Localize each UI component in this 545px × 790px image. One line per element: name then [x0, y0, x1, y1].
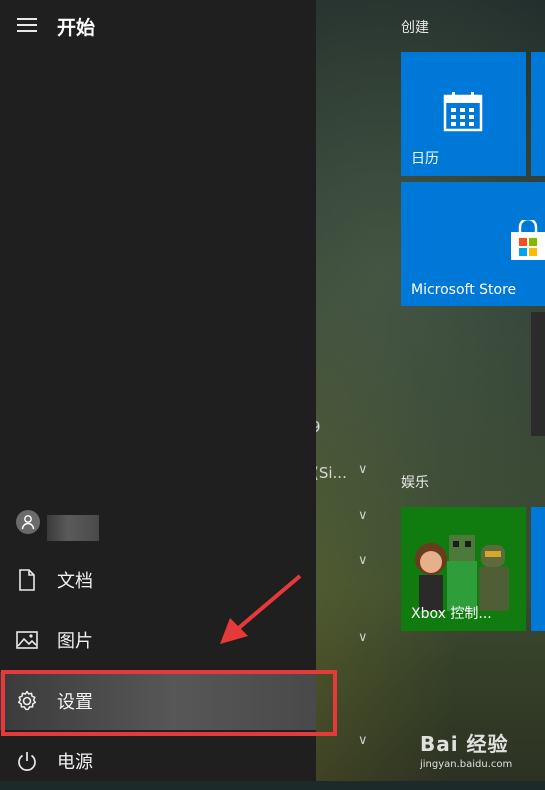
annotation-highlight-box: [1, 670, 337, 736]
app-list-fragment[interactable]: (Si...: [313, 464, 347, 482]
baidu-jingyan-watermark: Bai 经验 jingyan.baidu.com: [420, 728, 512, 770]
calendar-tile[interactable]: 日历: [401, 52, 526, 176]
menu-item-label: 电源: [57, 752, 93, 773]
xbox-tile-label: Xbox 控制...: [411, 606, 492, 622]
chevron-down-icon[interactable]: ∨: [358, 462, 368, 477]
partial-tile[interactable]: [531, 52, 545, 176]
chevron-down-icon[interactable]: ∨: [358, 553, 368, 568]
partial-tile[interactable]: [531, 507, 545, 631]
microsoft-store-tile[interactable]: Microsoft Store: [401, 182, 545, 306]
start-menu-title: 开始: [57, 17, 96, 39]
chevron-down-icon[interactable]: ∨: [358, 733, 368, 748]
document-icon: [19, 569, 35, 591]
partial-tile[interactable]: [531, 312, 545, 436]
annotation-arrow-icon: [220, 574, 302, 644]
store-icon: [511, 220, 545, 260]
chevron-down-icon[interactable]: ∨: [358, 508, 368, 523]
store-tile-label: Microsoft Store: [411, 282, 517, 298]
menu-item-label: 图片: [57, 631, 93, 652]
chevron-down-icon[interactable]: ∨: [358, 630, 368, 645]
watermark-url: jingyan.baidu.com: [420, 759, 513, 770]
menu-item-label: 文档: [57, 571, 93, 592]
avatar: [16, 510, 40, 534]
watermark-brand: Bai 经验: [420, 732, 509, 756]
tile-group-label-create[interactable]: 创建: [401, 17, 429, 37]
hamburger-menu-icon[interactable]: [17, 18, 37, 34]
power-icon: [18, 752, 36, 771]
user-icon: [21, 515, 35, 530]
pictures-icon: [16, 631, 38, 649]
calendar-tile-label: 日历: [411, 151, 439, 167]
tile-group-label-entertainment[interactable]: 娱乐: [401, 472, 429, 492]
xbox-tile[interactable]: Xbox 控制...: [401, 507, 526, 631]
menu-item-power[interactable]: 电源: [0, 732, 316, 790]
username-redacted: [47, 515, 99, 541]
calendar-icon: [443, 92, 483, 132]
start-menu-panel: 开始 文档 图片 设置 电源: [0, 0, 316, 781]
user-account-item[interactable]: [0, 505, 316, 545]
